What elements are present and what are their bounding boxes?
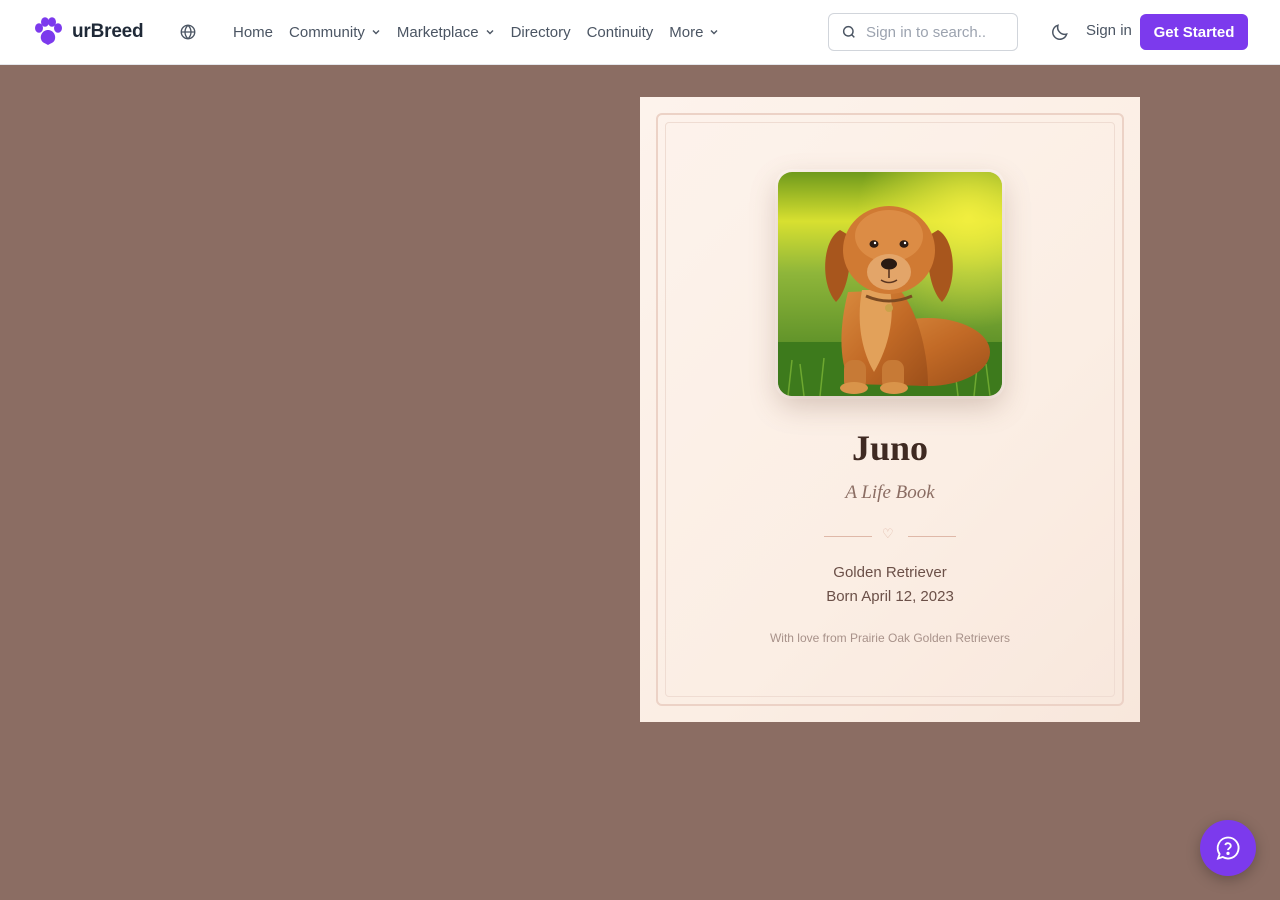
divider-line-right — [908, 536, 956, 537]
main-nav: Home Community Marketplace Directory Con… — [233, 0, 719, 64]
pet-birthdate: Born April 12, 2023 — [826, 588, 954, 605]
nav-continuity-label: Continuity — [586, 23, 654, 41]
nav-marketplace-label: Marketplace — [396, 23, 479, 41]
life-book-cover: Juno A Life Book ♡ Golden Retriever Born… — [640, 97, 1140, 722]
ornamental-divider: ♡ — [824, 527, 956, 547]
brand-name: urBreed — [72, 21, 144, 42]
help-chat-button[interactable] — [1200, 820, 1256, 876]
nav-home-label: Home — [233, 23, 274, 41]
search-input[interactable] — [866, 23, 1006, 41]
brand-logo[interactable]: urBreed — [32, 17, 144, 47]
get-started-button[interactable]: Get Started — [1140, 14, 1248, 50]
heart-icon: ♡ — [882, 527, 894, 542]
help-chat-icon — [1216, 836, 1240, 860]
globe-icon[interactable] — [179, 23, 197, 41]
nav-community[interactable]: Community — [289, 24, 381, 41]
book-subtitle: A Life Book — [845, 482, 935, 503]
nav-directory[interactable]: Directory — [511, 24, 571, 41]
chevron-down-icon — [372, 30, 380, 35]
nav-more-label: More — [669, 23, 704, 41]
chevron-down-icon — [710, 30, 718, 35]
nav-continuity[interactable]: Continuity — [587, 24, 654, 41]
nav-more[interactable]: More — [669, 24, 719, 41]
dedication-text: With love from Prairie Oak Golden Retrie… — [769, 631, 1011, 645]
divider-line-left — [824, 536, 872, 537]
golden-retriever-photo — [778, 172, 1002, 396]
moon-icon[interactable] — [1050, 22, 1070, 42]
pet-breed: Golden Retriever — [833, 564, 947, 581]
dog-photo — [778, 172, 1002, 396]
chevron-down-icon — [486, 30, 494, 35]
nav-community-label: Community — [289, 23, 365, 41]
search-box[interactable] — [828, 13, 1018, 51]
top-navbar: urBreed Home Community Marketplace Direc… — [0, 0, 1280, 65]
paw-logo-icon — [35, 17, 62, 45]
pet-name: Juno — [851, 428, 929, 468]
nav-marketplace[interactable]: Marketplace — [397, 24, 495, 41]
nav-home[interactable]: Home — [233, 24, 273, 41]
sign-in-link[interactable]: Sign in — [1086, 22, 1132, 39]
nav-directory-label: Directory — [510, 23, 571, 41]
search-icon — [842, 25, 855, 38]
